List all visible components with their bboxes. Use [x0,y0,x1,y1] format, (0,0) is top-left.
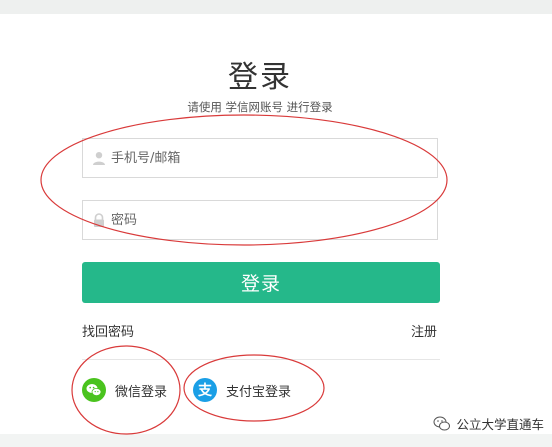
watermark: 公立大学直通车 [433,414,544,433]
wechat-watermark-icon [433,416,451,430]
wechat-login-button[interactable]: 微信登录 [82,376,167,404]
login-button[interactable]: 登录 [82,262,440,303]
page-title: 登录 [228,60,292,95]
alipay-login-button[interactable]: 支 支付宝登录 [193,376,291,404]
forgot-password-link[interactable]: 找回密码 [82,321,134,340]
wechat-icon [82,378,106,402]
login-subtitle: 请使用 学信网账号 进行登录 [187,100,333,114]
register-link[interactable]: 注册 [411,321,437,340]
password-input[interactable] [111,201,431,239]
password-field[interactable] [82,200,438,240]
divider [82,359,440,360]
user-icon [93,152,105,165]
username-input[interactable] [111,139,431,177]
username-field[interactable] [82,138,438,178]
watermark-text: 公立大学直通车 [456,417,544,432]
alipay-login-label: 支付宝登录 [226,384,292,400]
top-bar [0,0,552,14]
lock-icon [94,213,104,227]
wechat-login-label: 微信登录 [115,384,168,400]
alipay-icon: 支 [193,378,217,402]
